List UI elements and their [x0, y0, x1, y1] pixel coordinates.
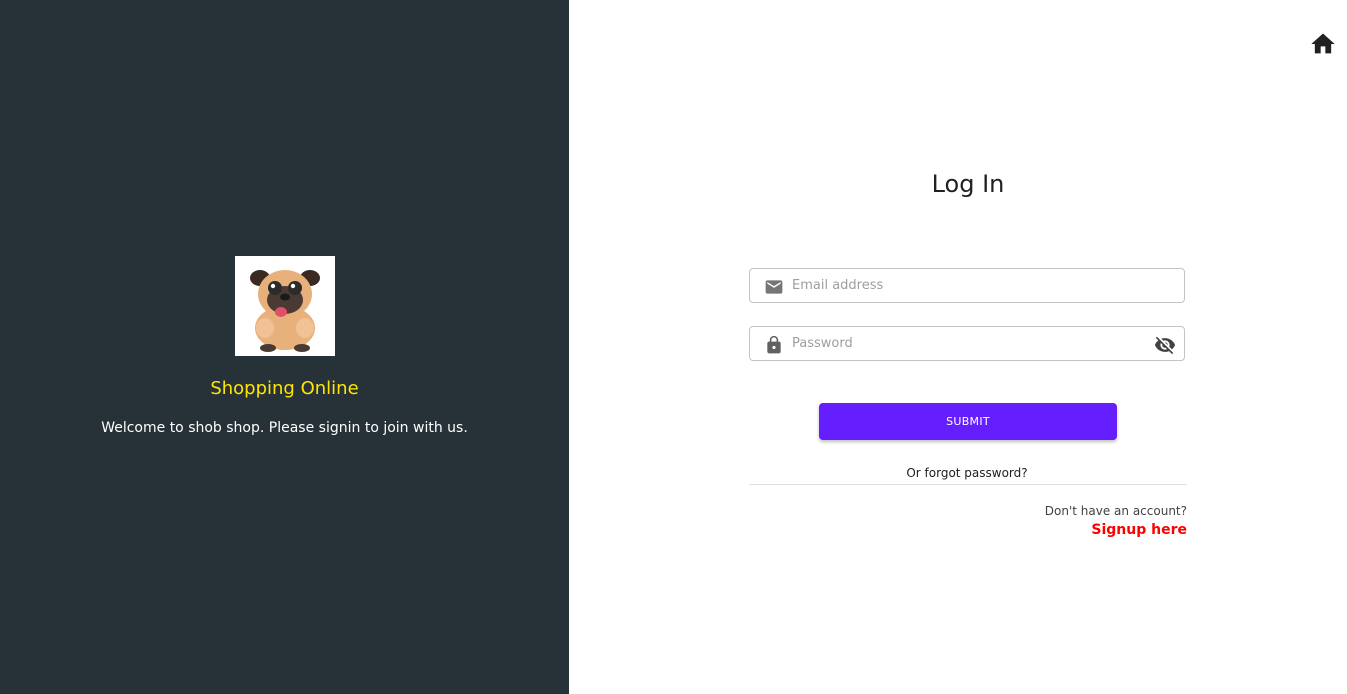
divider [749, 484, 1187, 485]
forgot-password-link[interactable]: Or forgot password? [749, 465, 1185, 481]
pug-dog-logo [235, 256, 335, 356]
brand-panel: Shopping Online Welcome to shob shop. Pl… [0, 0, 569, 694]
email-input[interactable] [792, 269, 1142, 302]
password-input[interactable] [792, 327, 1142, 360]
email-icon [764, 277, 784, 297]
home-icon[interactable] [1309, 30, 1337, 58]
page-title: Log In [931, 170, 1005, 198]
brand-title: Shopping Online [210, 378, 359, 399]
lock-icon [764, 335, 784, 355]
welcome-text: Welcome to shob shop. Please signin to j… [101, 420, 468, 436]
login-page: Shopping Online Welcome to shob shop. Pl… [0, 0, 1347, 694]
login-panel: Log In SUBMIT Or forgot p [569, 0, 1347, 694]
no-account-text: Don't have an account? [1044, 504, 1187, 518]
visibility-off-icon[interactable] [1154, 334, 1176, 356]
email-field[interactable] [749, 268, 1185, 303]
submit-button[interactable]: SUBMIT [819, 403, 1117, 440]
password-field[interactable] [749, 326, 1185, 361]
signup-link[interactable]: Signup here [749, 521, 1187, 539]
